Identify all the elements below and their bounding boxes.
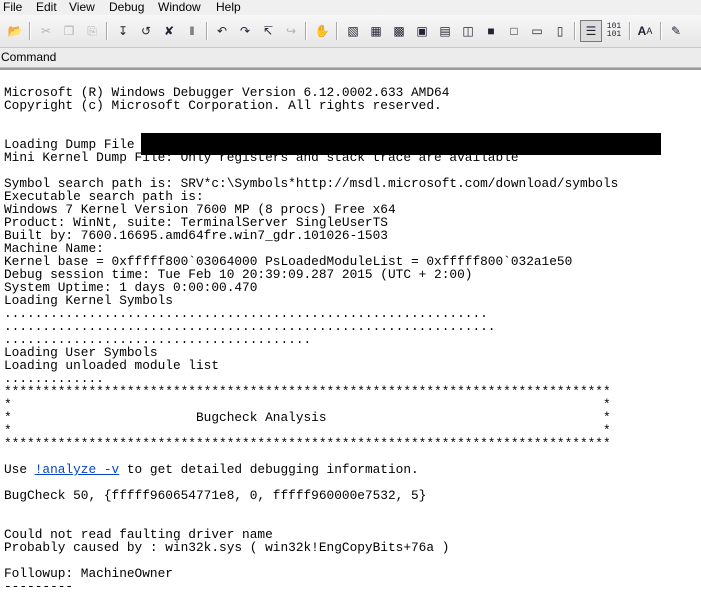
redaction-box [141,133,661,155]
locals-window-icon[interactable]: ▩ [388,20,410,42]
toolbar-separator [574,22,576,40]
open-folder-icon[interactable]: 📂 [4,20,26,42]
disassembly-window-icon[interactable]: ■ [480,20,502,42]
run-to-cursor-icon[interactable]: ↪ [280,20,302,42]
copy-icon[interactable]: ❐ [58,20,80,42]
toolbar-separator [305,22,307,40]
paste-icon[interactable]: ⎘ [81,20,103,42]
toolbar-separator [336,22,338,40]
registers-window-icon[interactable]: ▣ [411,20,433,42]
source-mode-icon[interactable]: ▯ [549,20,571,42]
step-into-icon[interactable]: ↶ [211,20,233,42]
toolbar: 📂 ✂ ❐ ⎘ ↧ ↺ ✘ ‖ ↶ ↷ ↸ ↪ ✋ ▧ ▦ ▩ ▣ ▤ ◫ ■ … [0,15,701,48]
scratch-pad-icon[interactable]: □ [503,20,525,42]
cut-icon[interactable]: ✂ [35,20,57,42]
menu-bar: File Edit View Debug Window Help [0,0,701,15]
command-window-title: Command [0,48,701,68]
command-window-icon[interactable]: ▧ [342,20,364,42]
output-line: --------- [4,579,74,594]
use-prefix: Use [4,462,35,477]
toolbar-separator [106,22,108,40]
toolbar-separator [660,22,662,40]
processes-threads-icon[interactable]: ▭ [526,20,548,42]
menu-file[interactable]: File [3,0,22,14]
toolbar-separator [206,22,208,40]
font-icon[interactable]: AA [634,20,656,42]
output-line: BugCheck 50, {fffff960654771e8, 0, fffff… [4,488,427,503]
step-out-icon[interactable]: ↸ [257,20,279,42]
output-line: Copyright (c) Microsoft Corporation. All… [4,98,442,113]
menu-debug[interactable]: Debug [109,0,144,14]
call-stack-window-icon[interactable]: ◫ [457,20,479,42]
output-line: Use !analyze -v to get detailed debuggin… [4,463,419,476]
go-icon[interactable]: ↧ [112,20,134,42]
analyze-link[interactable]: !analyze -v [35,462,119,477]
output-line: Probably caused by : win32k.sys ( win32k… [4,540,450,555]
watch-window-icon[interactable]: ▦ [365,20,387,42]
restart-icon[interactable]: ↺ [135,20,157,42]
source-mode-toggle-icon[interactable]: ☰ [580,20,602,42]
toolbar-separator [629,22,631,40]
break-icon[interactable]: ‖ [181,20,203,42]
use-suffix: to get detailed debugging information. [119,462,419,477]
menu-help[interactable]: Help [216,0,241,14]
menu-view[interactable]: View [69,0,95,14]
window-title-text: Command [1,50,57,64]
toolbar-separator [29,22,31,40]
menu-edit[interactable]: Edit [36,0,57,14]
memory-window-icon[interactable]: ▤ [434,20,456,42]
menu-window[interactable]: Window [158,0,201,14]
output-line: ****************************************… [4,436,611,451]
stop-debugging-icon[interactable]: ✘ [158,20,180,42]
breakpoint-hand-icon[interactable]: ✋ [311,20,333,42]
options-icon[interactable]: ✎ [665,20,687,42]
command-output[interactable]: Microsoft (R) Windows Debugger Version 6… [0,68,701,594]
step-over-icon[interactable]: ↷ [234,20,256,42]
hex-display-icon[interactable]: 101 101 [603,20,625,42]
